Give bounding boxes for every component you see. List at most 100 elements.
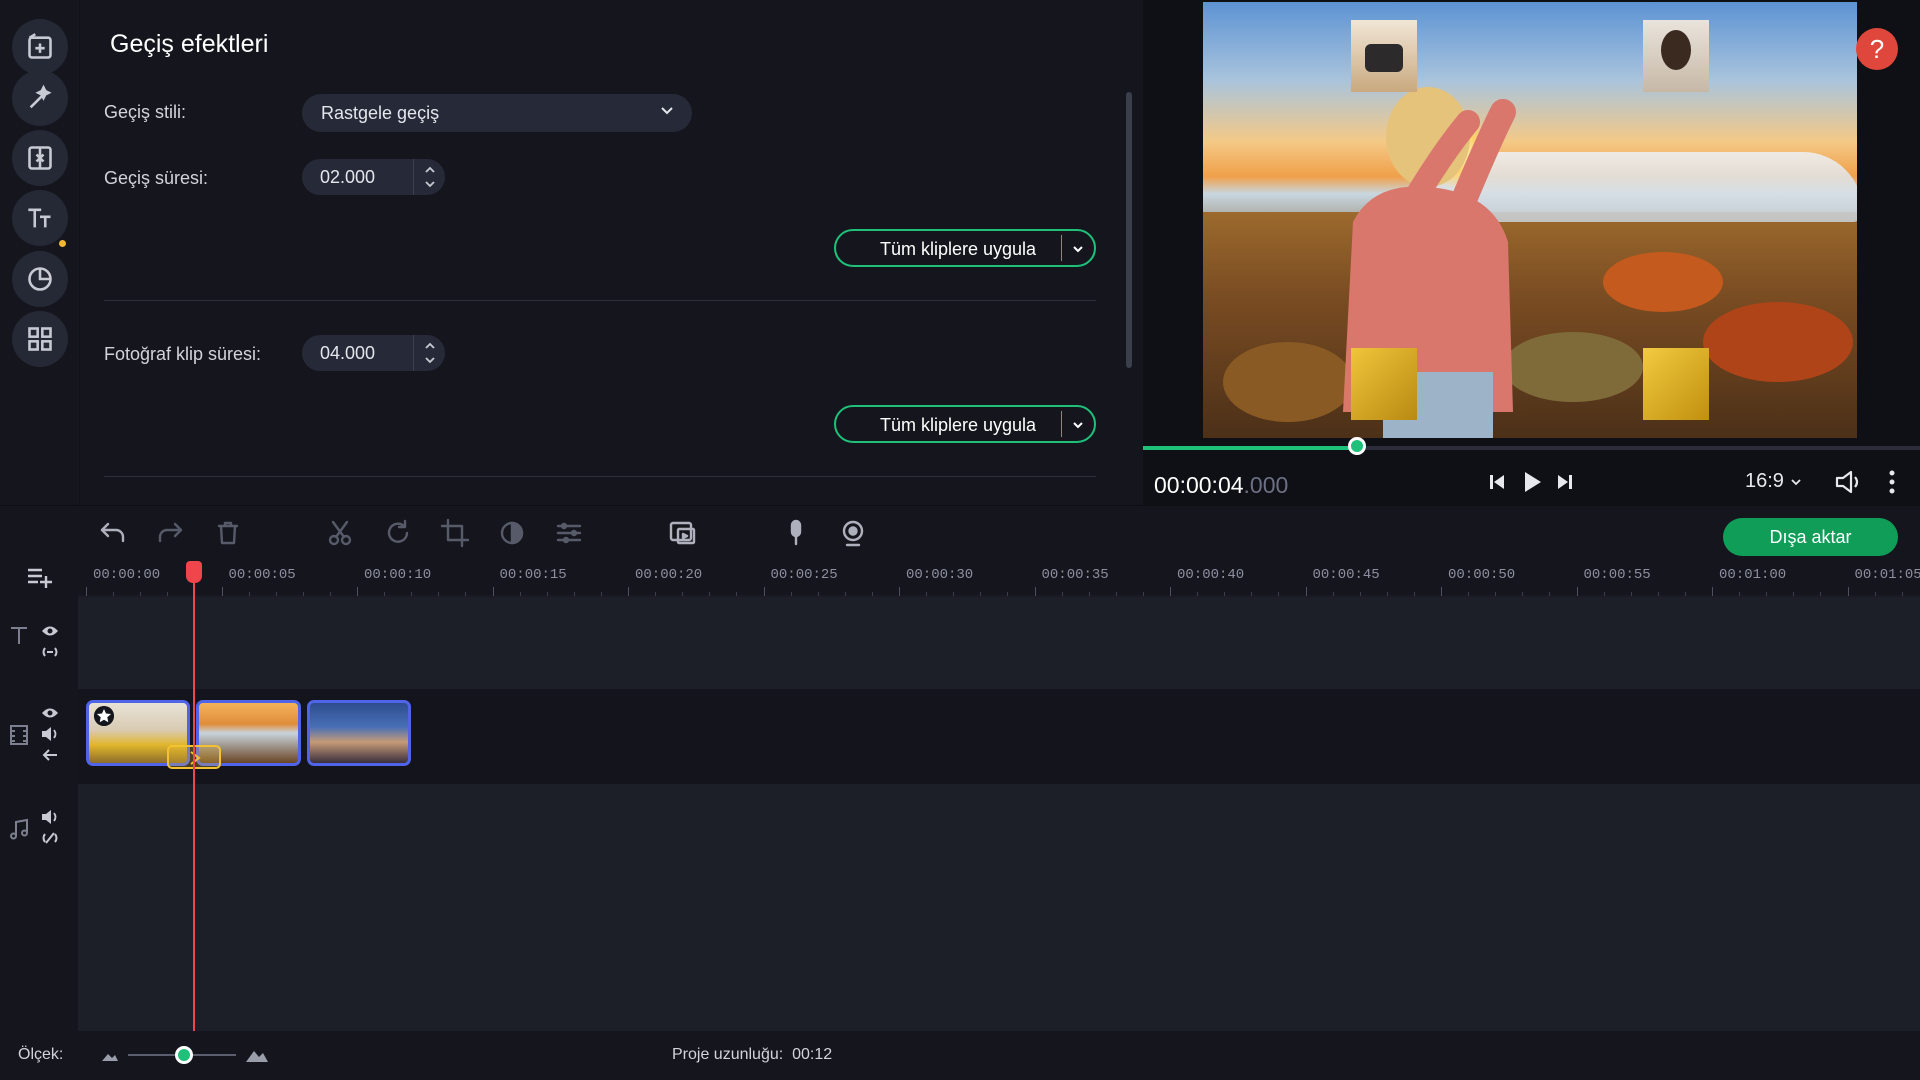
ruler-tick-minor <box>1603 592 1605 596</box>
music-note-icon <box>10 818 28 840</box>
export-button[interactable]: Dışa aktar <box>1723 518 1898 556</box>
record-voice-button[interactable] <box>781 518 813 550</box>
ruler-label: 00:00:20 <box>635 567 703 583</box>
ruler-label: 00:00:45 <box>1312 567 1380 583</box>
crop-button[interactable] <box>440 518 472 550</box>
video-frame[interactable] <box>1203 2 1857 438</box>
audio-track-mute[interactable] <box>41 809 59 825</box>
apply-all-label: Tüm kliplere uygula <box>880 415 1037 435</box>
clip-couple-night[interactable] <box>306 700 412 766</box>
overlay-photo-camera <box>1351 20 1417 92</box>
ruler-tick-minor <box>736 592 738 596</box>
playback-progress-fill <box>1143 446 1357 450</box>
eye-icon <box>42 626 58 636</box>
ruler-tick-minor <box>1278 592 1280 596</box>
chevron-down-icon[interactable] <box>1071 418 1085 432</box>
text-track[interactable] <box>78 597 1920 689</box>
titles-button[interactable] <box>12 190 68 246</box>
ruler-tick-minor <box>600 592 602 596</box>
apply-transition-all-button[interactable]: Tüm kliplere uygula <box>834 229 1096 267</box>
ruler-tick <box>1712 587 1713 596</box>
ruler-tick-minor <box>871 592 873 596</box>
playback-progress-handle[interactable] <box>1347 437 1366 455</box>
panel-scrollbar[interactable] <box>1126 92 1132 368</box>
transitions-button[interactable] <box>12 130 68 186</box>
redo-button[interactable] <box>155 518 187 550</box>
arrow-down-icon[interactable] <box>424 180 436 188</box>
overlay-icon <box>669 521 696 545</box>
ruler-label: 00:00:05 <box>228 567 296 583</box>
scale-label: Ölçek: <box>18 1046 64 1063</box>
scale-slider-handle[interactable] <box>175 1046 194 1064</box>
photo-duration-stepper[interactable]: 04.000 <box>302 335 445 371</box>
stickers-button[interactable] <box>12 251 68 307</box>
play-button[interactable] <box>1517 468 1545 496</box>
overlay-photo-sweater <box>1643 348 1709 420</box>
project-length-label: Proje uzunluğu: <box>672 1046 784 1063</box>
ruler-tick-minor <box>465 592 467 596</box>
text-track-link[interactable] <box>41 644 59 660</box>
previous-frame-button[interactable] <box>1483 468 1511 496</box>
overlay-button[interactable] <box>668 518 700 550</box>
timeline-ruler[interactable]: 00:00:00 00:00:05 00:00:10 00:00:15 00:00:20… <box>78 561 1920 596</box>
ruler-tick-minor <box>844 592 846 596</box>
more-tools-button[interactable] <box>12 311 68 367</box>
transition-duration-stepper[interactable]: 02.000 <box>302 159 445 195</box>
speaker-icon <box>42 810 57 824</box>
aspect-ratio-select[interactable]: 16:9 <box>1745 470 1802 493</box>
add-track-icon[interactable] <box>25 561 55 591</box>
ruler-tick <box>763 587 765 596</box>
crop-icon <box>440 518 470 548</box>
ruler-tick <box>628 587 629 596</box>
more-options-icon[interactable] <box>1887 467 1897 497</box>
filters-button[interactable] <box>12 70 68 126</box>
color-adjust-button[interactable] <box>497 518 529 550</box>
playhead-handle[interactable] <box>186 561 203 583</box>
ruler-tick <box>1170 587 1171 596</box>
audio-track[interactable] <box>78 784 1920 1031</box>
ruler-tick-minor <box>1007 592 1009 596</box>
delete-button[interactable] <box>213 518 245 550</box>
ruler-tick-minor <box>1386 592 1388 596</box>
video-track-mute[interactable] <box>41 726 59 742</box>
record-webcam-button[interactable] <box>838 518 870 550</box>
rotate-button[interactable] <box>383 518 415 550</box>
film-icon <box>10 725 28 745</box>
arrow-up-icon[interactable] <box>424 166 436 174</box>
stepper-arrows[interactable] <box>413 159 445 195</box>
playback-progress-track[interactable] <box>1143 446 1920 450</box>
clip-properties-button[interactable] <box>554 518 586 550</box>
next-frame-button[interactable] <box>1551 468 1579 496</box>
zoom-in-icon[interactable] <box>245 1045 269 1063</box>
ruler-tick-minor <box>817 592 819 596</box>
woman-heart-hands <box>1343 87 1516 438</box>
shrub <box>1603 252 1723 312</box>
undo-button[interactable] <box>98 518 130 550</box>
audio-track-unlink[interactable] <box>41 830 59 846</box>
transition-duration-value: 02.000 <box>320 167 376 187</box>
zoom-out-icon[interactable] <box>101 1048 119 1062</box>
text-track-visibility[interactable] <box>41 623 59 639</box>
stepper-arrows[interactable] <box>413 335 445 371</box>
cut-button[interactable] <box>325 518 357 550</box>
help-button[interactable]: ? <box>1856 28 1898 70</box>
chevron-down-icon[interactable] <box>1071 242 1085 256</box>
ruler-tick <box>1441 587 1442 596</box>
ruler-label: 00:00:55 <box>1583 567 1651 583</box>
ruler-tick-minor <box>926 592 928 596</box>
arrow-down-icon[interactable] <box>424 356 436 364</box>
video-track-ripple[interactable] <box>41 747 59 763</box>
section-divider <box>104 300 1096 301</box>
transition-style-select[interactable]: Rastgele geçiş <box>302 94 692 132</box>
apply-photo-duration-all-button[interactable]: Tüm kliplere uygula <box>834 405 1096 443</box>
playhead-line[interactable] <box>193 575 196 1031</box>
ruler-tick-minor <box>519 592 521 596</box>
ruler-tick-minor <box>546 592 548 596</box>
volume-icon[interactable] <box>1833 467 1863 497</box>
ruler-label: 00:00:10 <box>364 567 432 583</box>
ruler-label: 00:00:25 <box>770 567 838 583</box>
video-track-visibility[interactable] <box>41 705 59 721</box>
import-button[interactable] <box>12 19 68 75</box>
arrow-up-icon[interactable] <box>424 342 436 350</box>
cut-icon <box>328 520 352 546</box>
